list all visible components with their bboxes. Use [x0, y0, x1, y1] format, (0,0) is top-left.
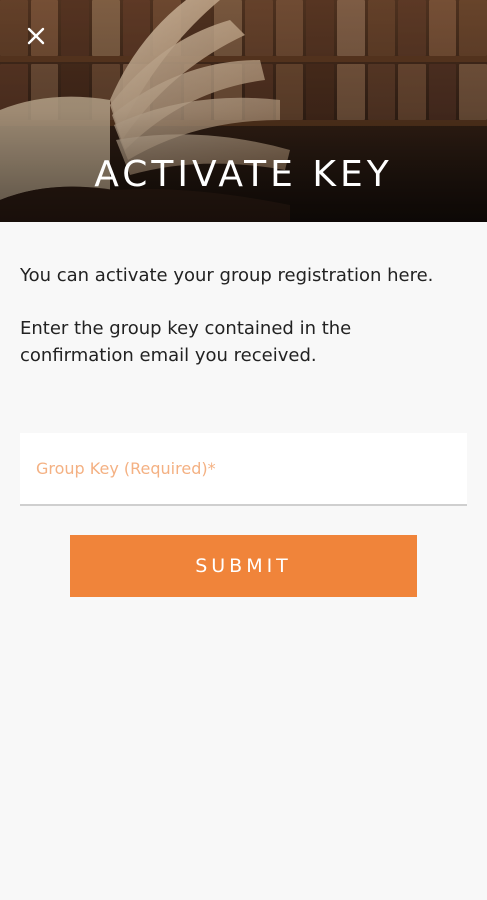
close-button[interactable] — [20, 20, 52, 52]
close-icon — [27, 27, 45, 45]
submit-button[interactable]: SUBMIT — [70, 535, 417, 597]
instructions-section: You can activate your group registration… — [0, 222, 487, 369]
group-key-field — [20, 433, 467, 506]
group-key-input[interactable] — [20, 433, 467, 504]
page-title: ACTIVATE KEY — [94, 154, 393, 195]
header-banner: ACTIVATE KEY — [0, 0, 487, 222]
intro-text: You can activate your group registration… — [20, 265, 434, 286]
instructions-text: Enter the group key contained in the con… — [20, 318, 352, 366]
